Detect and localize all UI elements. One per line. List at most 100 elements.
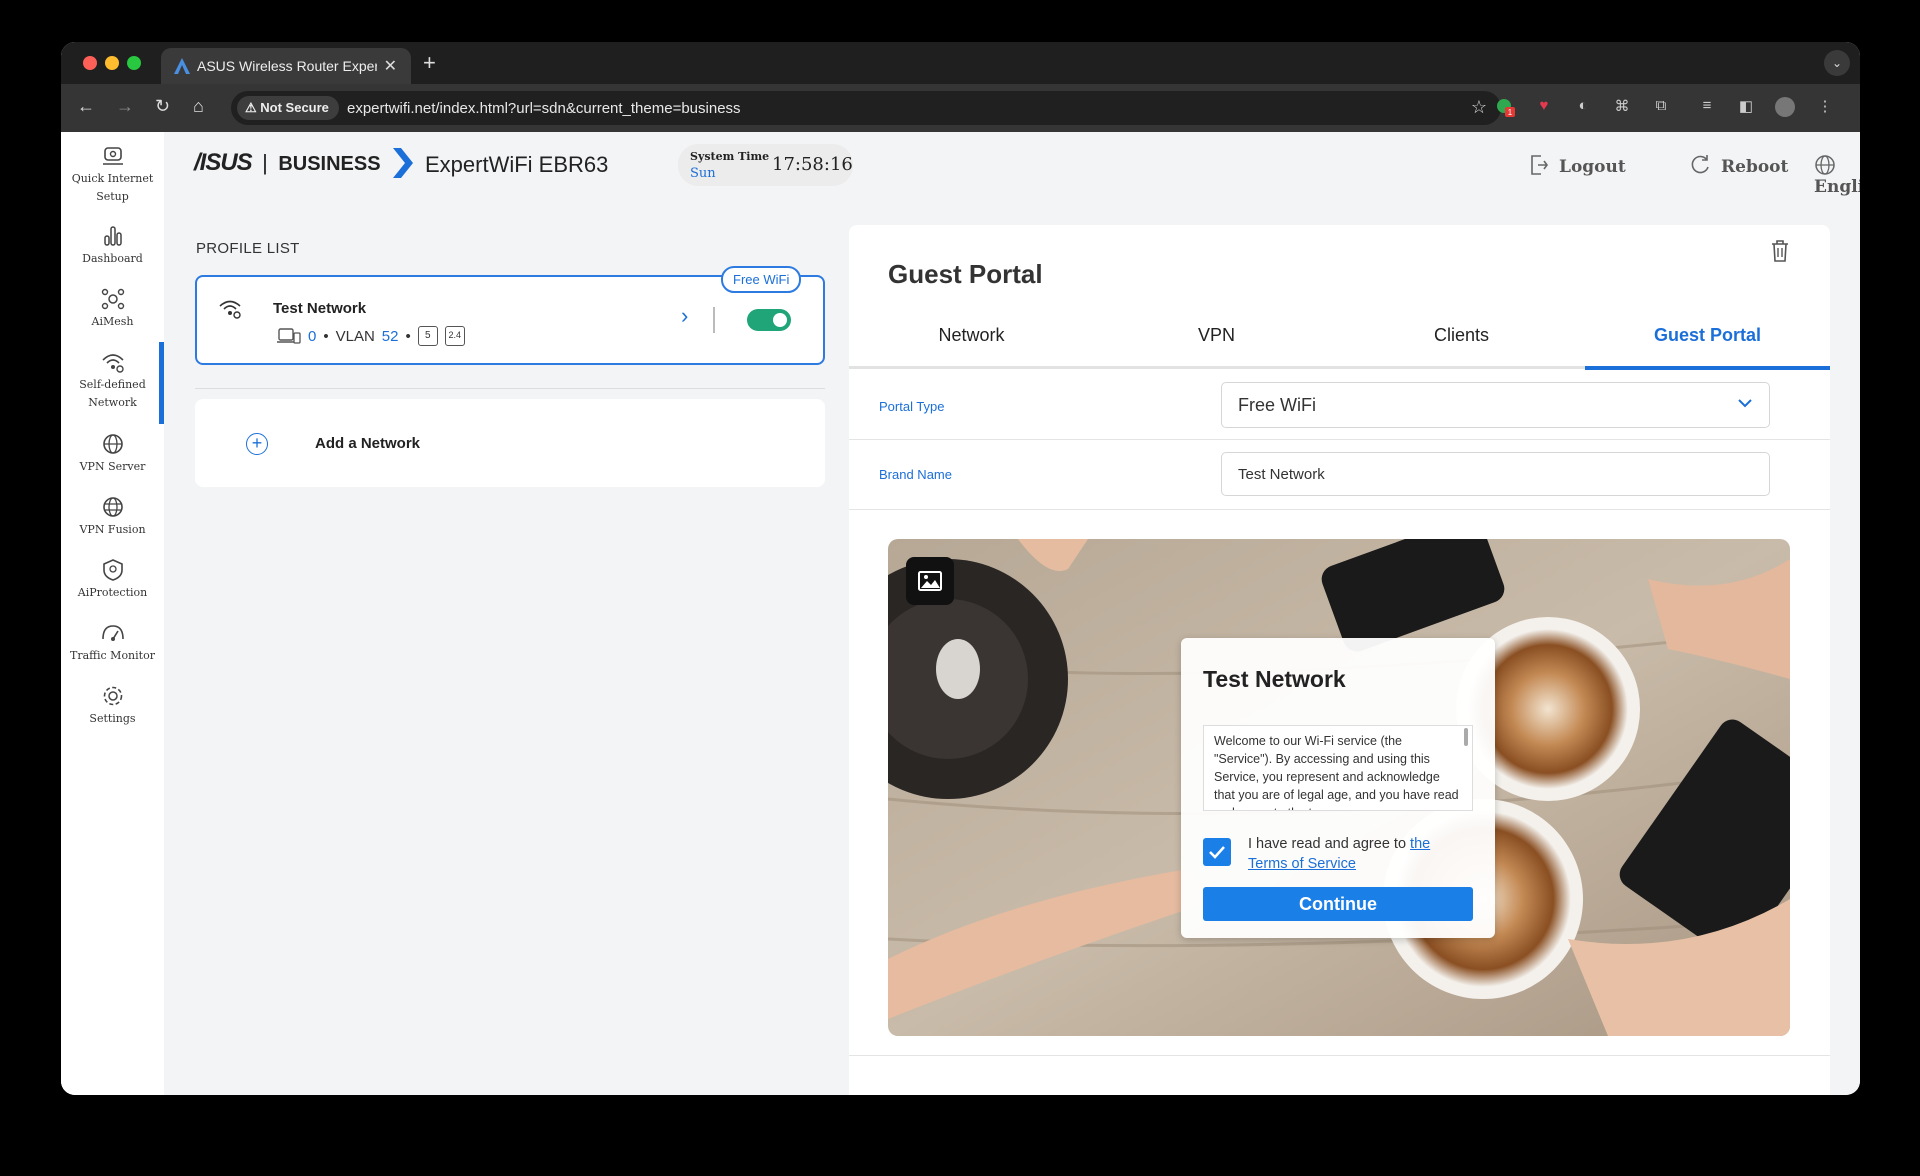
asus-business-logo: /ISUS | BUSINESS bbox=[194, 148, 414, 180]
trash-icon[interactable] bbox=[1769, 239, 1791, 263]
address-bar[interactable]: ⚠ Not Secure expertwifi.net/index.html?u… bbox=[231, 91, 1501, 125]
add-network-label: Add a Network bbox=[315, 435, 421, 452]
language-selector[interactable]: English▼ bbox=[1814, 154, 1860, 197]
translate-extension-icon[interactable]: ⌘ bbox=[1612, 97, 1632, 117]
brand-name-row: Brand Name Test Network bbox=[849, 440, 1830, 510]
pocket-icon[interactable]: ♥ bbox=[1534, 97, 1554, 117]
portal-network-title: Test Network bbox=[1203, 666, 1346, 692]
new-tab-button[interactable]: + bbox=[423, 50, 436, 76]
minimize-window-button[interactable] bbox=[105, 56, 119, 70]
chevron-down-icon bbox=[1738, 399, 1752, 408]
clients-device-icon bbox=[277, 328, 301, 344]
maximize-window-button[interactable] bbox=[127, 56, 141, 70]
portal-type-row: Portal Type Free WiFi bbox=[849, 370, 1830, 440]
tab-guest-portal[interactable]: Guest Portal bbox=[1585, 325, 1830, 346]
close-tab-icon[interactable]: ✕ bbox=[384, 56, 397, 76]
band-24ghz-icon: 2.4 bbox=[444, 326, 465, 346]
reboot-icon bbox=[1691, 155, 1709, 174]
toggle-knob bbox=[773, 313, 787, 327]
back-arrow-icon[interactable]: ← bbox=[77, 96, 95, 117]
home-icon[interactable]: ⌂ bbox=[193, 96, 204, 117]
client-count: 0 bbox=[308, 327, 317, 345]
reboot-button[interactable]: Reboot bbox=[1689, 154, 1788, 177]
image-icon bbox=[918, 571, 942, 591]
tab-title: ASUS Wireless Router Exper bbox=[197, 58, 377, 74]
sidebar-item-vpn-server[interactable]: VPN Server bbox=[61, 432, 164, 476]
terms-text-box[interactable]: Welcome to our Wi-Fi service (the "Servi… bbox=[1203, 725, 1473, 811]
system-clock: 17:58:16 bbox=[772, 154, 853, 175]
tab-network[interactable]: Network bbox=[849, 325, 1094, 346]
sidebar-item-label: Quick Internet Setup bbox=[71, 172, 154, 203]
sdn-icon bbox=[101, 354, 124, 373]
close-window-button[interactable] bbox=[83, 56, 97, 70]
sidebar-item-label: AiProtection bbox=[77, 586, 148, 599]
browser-tab[interactable]: ASUS Wireless Router Exper ✕ bbox=[161, 48, 411, 84]
sidebar-item-self-defined-network[interactable]: Self-defined Network bbox=[61, 350, 164, 412]
brand-separator: | bbox=[262, 150, 268, 175]
sidebar-item-label: VPN Fusion bbox=[79, 523, 146, 536]
chevron-right-icon[interactable]: › bbox=[681, 303, 688, 329]
profile-enable-toggle[interactable] bbox=[747, 309, 791, 331]
portal-type-label: Portal Type bbox=[879, 399, 945, 414]
meta-dot: • bbox=[405, 327, 411, 345]
logout-button[interactable]: Logout bbox=[1529, 154, 1626, 177]
sidebar-item-label: Self-defined Network bbox=[79, 378, 146, 409]
reading-list-icon[interactable]: ≡ bbox=[1697, 97, 1717, 117]
terms-text: Welcome to our Wi-Fi service (the "Servi… bbox=[1214, 734, 1459, 810]
chevron-logo-icon bbox=[393, 148, 414, 178]
divider bbox=[713, 307, 715, 333]
sidebar-item-label: AiMesh bbox=[91, 315, 134, 328]
url-text[interactable]: expertwifi.net/index.html?url=sdn&curren… bbox=[347, 100, 741, 117]
portal-type-select[interactable]: Free WiFi bbox=[1221, 382, 1770, 428]
extension-green-icon[interactable]: 1 bbox=[1495, 97, 1515, 117]
app-header: /ISUS | BUSINESS ExpertWiFi EBR63 System… bbox=[164, 132, 1860, 202]
sidebar-active-indicator bbox=[159, 342, 164, 424]
vlan-id: 52 bbox=[381, 327, 399, 345]
tab-search-chevron-icon[interactable]: ⌄ bbox=[1824, 50, 1850, 76]
browser-window: ASUS Wireless Router Exper ✕ + ⌄ ← → ↻ ⌂… bbox=[61, 42, 1860, 1095]
extension-badge-count: 1 bbox=[1508, 108, 1513, 117]
profile-name: Test Network bbox=[273, 300, 367, 317]
business-wordmark: BUSINESS bbox=[278, 153, 381, 175]
tab-clients[interactable]: Clients bbox=[1339, 325, 1584, 346]
brand-name-input[interactable]: Test Network bbox=[1221, 452, 1770, 496]
panel-title: Guest Portal bbox=[888, 259, 1043, 289]
security-label: Not Secure bbox=[260, 100, 329, 115]
agree-checkbox[interactable] bbox=[1203, 838, 1231, 866]
side-panel-icon[interactable]: ◧ bbox=[1736, 97, 1756, 117]
vpn-extension-icon[interactable]: ◐ bbox=[1573, 97, 1593, 117]
continue-button[interactable]: Continue bbox=[1203, 887, 1473, 921]
agree-text: I have read and agree to the Terms of Se… bbox=[1248, 834, 1468, 874]
vpn-fusion-icon bbox=[102, 497, 123, 517]
sidebar-item-traffic-monitor[interactable]: Traffic Monitor bbox=[61, 621, 164, 665]
sidebar-item-vpn-fusion[interactable]: VPN Fusion bbox=[61, 495, 164, 539]
forward-arrow-icon[interactable]: → bbox=[116, 96, 134, 117]
sidebar-item-dashboard[interactable]: Dashboard bbox=[61, 224, 164, 268]
plus-circle-icon: + bbox=[246, 433, 268, 455]
terms-scrollbar[interactable] bbox=[1464, 728, 1468, 746]
sidebar-item-aiprotection[interactable]: AiProtection bbox=[61, 558, 164, 602]
sidebar-item-label: Traffic Monitor bbox=[70, 649, 155, 662]
traffic-monitor-icon bbox=[101, 625, 124, 641]
checkmark-icon bbox=[1209, 846, 1225, 859]
sidebar-item-label: VPN Server bbox=[79, 460, 146, 473]
profile-meta: 0 • VLAN 52 • 5 2.4 bbox=[277, 326, 465, 346]
profile-avatar[interactable] bbox=[1775, 97, 1795, 117]
browser-menu-icon[interactable]: ⋮ bbox=[1815, 97, 1835, 117]
security-indicator[interactable]: ⚠ Not Secure bbox=[237, 96, 339, 120]
sidebar-item-aimesh[interactable]: AiMesh bbox=[61, 287, 164, 331]
meta-dot: • bbox=[323, 327, 329, 345]
agree-prefix: I have read and agree to bbox=[1248, 836, 1407, 852]
sidebar-item-settings[interactable]: Settings bbox=[61, 684, 164, 728]
reload-icon[interactable]: ↻ bbox=[155, 96, 170, 117]
profile-divider bbox=[195, 388, 825, 389]
tab-vpn[interactable]: VPN bbox=[1094, 325, 1339, 346]
quick-setup-icon bbox=[102, 147, 123, 165]
puzzle-extensions-icon[interactable]: ⧉ bbox=[1651, 97, 1671, 117]
portal-login-card: Test Network Welcome to our Wi-Fi servic… bbox=[1181, 638, 1495, 938]
add-network-button[interactable]: + Add a Network bbox=[195, 399, 825, 487]
bookmark-star-icon[interactable]: ☆ bbox=[1471, 97, 1487, 118]
sidebar-item-quick-internet-setup[interactable]: Quick Internet Setup bbox=[61, 144, 164, 206]
change-image-button[interactable] bbox=[906, 557, 954, 605]
profile-list-title: PROFILE LIST bbox=[196, 240, 300, 257]
